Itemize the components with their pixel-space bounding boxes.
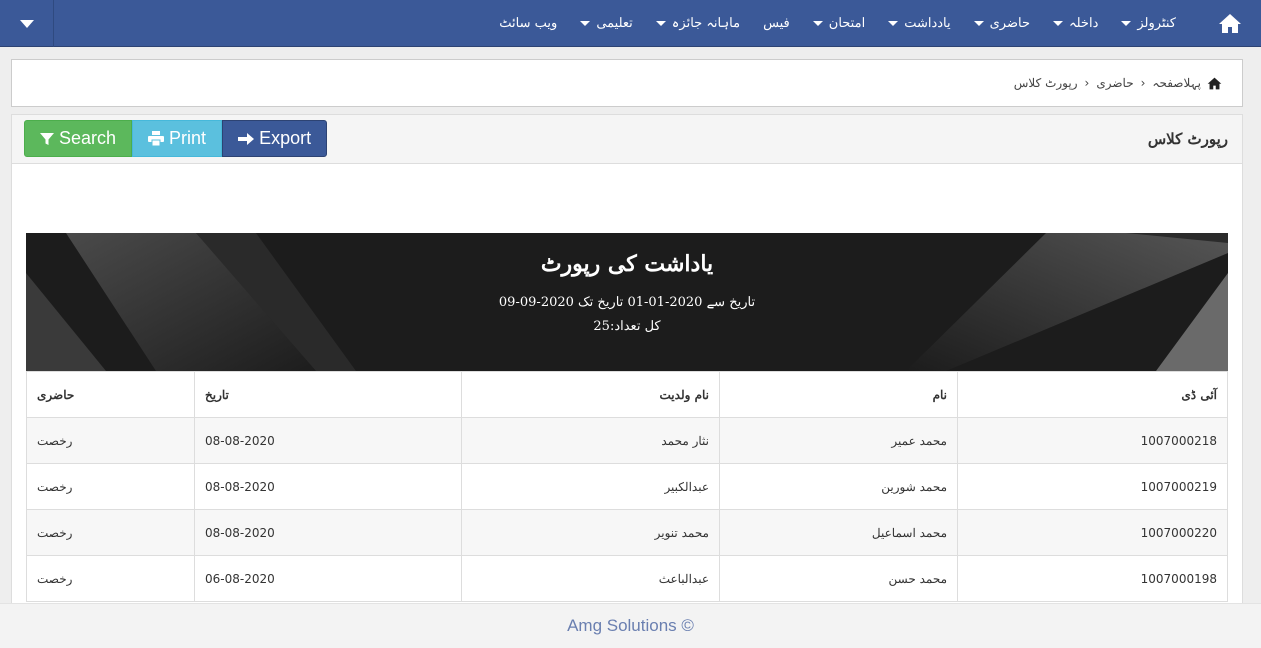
nav-item-exam[interactable]: امتحان — [812, 0, 888, 47]
caret-down-icon — [888, 21, 899, 26]
nav-item-label: حاضری — [989, 16, 1031, 31]
nav-item-monthly-review[interactable]: ماہانہ جائزہ — [655, 0, 763, 47]
nav-item-attendance[interactable]: حاضری — [973, 0, 1053, 47]
export-button[interactable]: Export — [222, 120, 328, 157]
search-button[interactable]: Search — [24, 120, 133, 157]
table-row: 1007000219 محمد شورین عبدالکبیر 08-08-20… — [26, 463, 1228, 510]
caret-down-icon — [973, 21, 984, 26]
column-header-date-label: تاریخ — [205, 387, 229, 402]
report-panel: Search Print Export رپورٹ کلاس یاداشت کی… — [11, 114, 1243, 614]
nav-item-label: یادداشت — [904, 16, 951, 31]
cell-id: 1007000198 — [957, 555, 1228, 602]
print-button[interactable]: Print — [132, 120, 223, 157]
print-button-label: Print — [169, 128, 207, 148]
nav-home-button[interactable] — [1213, 0, 1247, 47]
cell-father-name: نثار محمد — [461, 417, 720, 464]
column-header-name: نام — [719, 371, 958, 418]
table-header-row: آئی ڈی نام نام ولدیت تاریخ حاضری — [26, 371, 1228, 418]
cell-father-name: عبدالکبیر — [461, 463, 720, 510]
cell-id: 1007000219 — [957, 463, 1228, 510]
cell-status: رخصت — [26, 509, 195, 556]
nav-item-label: ویب سائٹ — [499, 16, 558, 31]
report-banner: یاداشت کی رپورٹ تاریخ سے 2020-01-01 تاری… — [26, 233, 1228, 371]
cell-name: محمد عمیر — [719, 417, 958, 464]
nav-item-label: کنٹرولز — [1137, 16, 1176, 31]
panel-title: رپورٹ کلاس — [1147, 130, 1228, 148]
table-row: 1007000198 محمد حسن عبدالباعث 06-08-2020… — [26, 555, 1228, 602]
report-total-count: کل تعداد:25 — [593, 319, 661, 334]
action-button-group: Search Print Export — [24, 120, 328, 157]
nav-item-label: تعلیمی — [596, 16, 633, 31]
chevron-left-icon: › — [1084, 76, 1090, 90]
table-row: 1007000220 محمد اسماعیل محمد تنویر 08-08… — [26, 509, 1228, 556]
cell-father-name: محمد تنویر — [461, 509, 720, 556]
nav-item-label: ماہانہ جائزہ — [671, 16, 741, 31]
column-header-father-name: نام ولدیت — [461, 371, 720, 418]
cell-id: 1007000218 — [957, 417, 1228, 464]
print-icon — [148, 131, 165, 146]
nav-item-admission[interactable]: داخلہ — [1053, 0, 1121, 47]
nav-item-label: داخلہ — [1069, 16, 1099, 31]
chevron-left-icon: › — [1140, 76, 1146, 90]
cell-status: رخصت — [26, 463, 195, 510]
report-date-range: تاریخ سے 2020-01-01 تاریخ تک 2020-09-09 — [498, 295, 756, 310]
cell-status: رخصت — [26, 417, 195, 464]
cell-date: 08-08-2020 — [194, 509, 462, 556]
cell-date: 08-08-2020 — [194, 417, 462, 464]
breadcrumb-home-icon-wrap[interactable] — [1207, 77, 1222, 90]
breadcrumb-home[interactable]: پہلاصفحہ — [1152, 76, 1201, 90]
panel-header: Search Print Export رپورٹ کلاس — [12, 115, 1242, 164]
footer: Amg Solutions © — [0, 603, 1261, 648]
nav-item-education[interactable]: تعلیمی — [580, 0, 655, 47]
footer-copyright: Amg Solutions © — [567, 616, 694, 635]
table-row: 1007000218 محمد عمیر نثار محمد 08-08-202… — [26, 417, 1228, 464]
cell-name: محمد اسماعیل — [719, 509, 958, 556]
nav-item-memo[interactable]: یادداشت — [888, 0, 973, 47]
report-title: یاداشت کی رپورٹ — [540, 251, 714, 277]
report-table: آئی ڈی نام نام ولدیت تاریخ حاضری 1007000… — [26, 371, 1228, 602]
caret-down-icon — [1121, 21, 1132, 26]
caret-down-icon — [655, 21, 666, 26]
cell-id: 1007000220 — [957, 509, 1228, 556]
search-button-label: Search — [59, 128, 117, 148]
cell-date: 08-08-2020 — [194, 463, 462, 510]
column-header-date: تاریخ — [194, 371, 462, 418]
cell-date: 06-08-2020 — [194, 555, 462, 602]
caret-down-icon — [580, 21, 591, 26]
nav-dropdown-toggle[interactable] — [0, 0, 54, 47]
top-navbar: کنٹرولز داخلہ حاضری یادداشت امتحان فیس م… — [0, 0, 1261, 47]
cell-father-name: عبدالباعث — [461, 555, 720, 602]
export-button-label: Export — [259, 128, 312, 148]
cell-status: رخصت — [26, 555, 195, 602]
cell-name: محمد شورین — [719, 463, 958, 510]
arrow-right-icon — [238, 132, 255, 145]
filter-icon — [40, 132, 54, 145]
nav-item-controls[interactable]: کنٹرولز — [1121, 0, 1199, 47]
caret-down-icon — [1053, 21, 1064, 26]
caret-down-icon — [812, 21, 823, 26]
cell-name: محمد حسن — [719, 555, 958, 602]
column-header-status: حاضری — [26, 371, 195, 418]
nav-item-fees[interactable]: فیس — [763, 0, 813, 47]
breadcrumb-current: رپورٹ کلاس — [1013, 76, 1078, 90]
column-header-id: آئی ڈی — [957, 371, 1228, 418]
nav-item-website[interactable]: ویب سائٹ — [499, 0, 580, 47]
column-header-status-label: حاضری — [37, 387, 75, 402]
nav-item-label: فیس — [763, 16, 790, 31]
nav-menu: کنٹرولز داخلہ حاضری یادداشت امتحان فیس م… — [499, 0, 1261, 47]
caret-down-icon — [19, 19, 34, 28]
home-icon — [1207, 77, 1222, 89]
nav-item-label: امتحان — [828, 16, 866, 31]
breadcrumb-section[interactable]: حاضری — [1096, 76, 1133, 90]
home-icon — [1219, 14, 1241, 33]
breadcrumb: پہلاصفحہ › حاضری › رپورٹ کلاس — [11, 59, 1243, 107]
